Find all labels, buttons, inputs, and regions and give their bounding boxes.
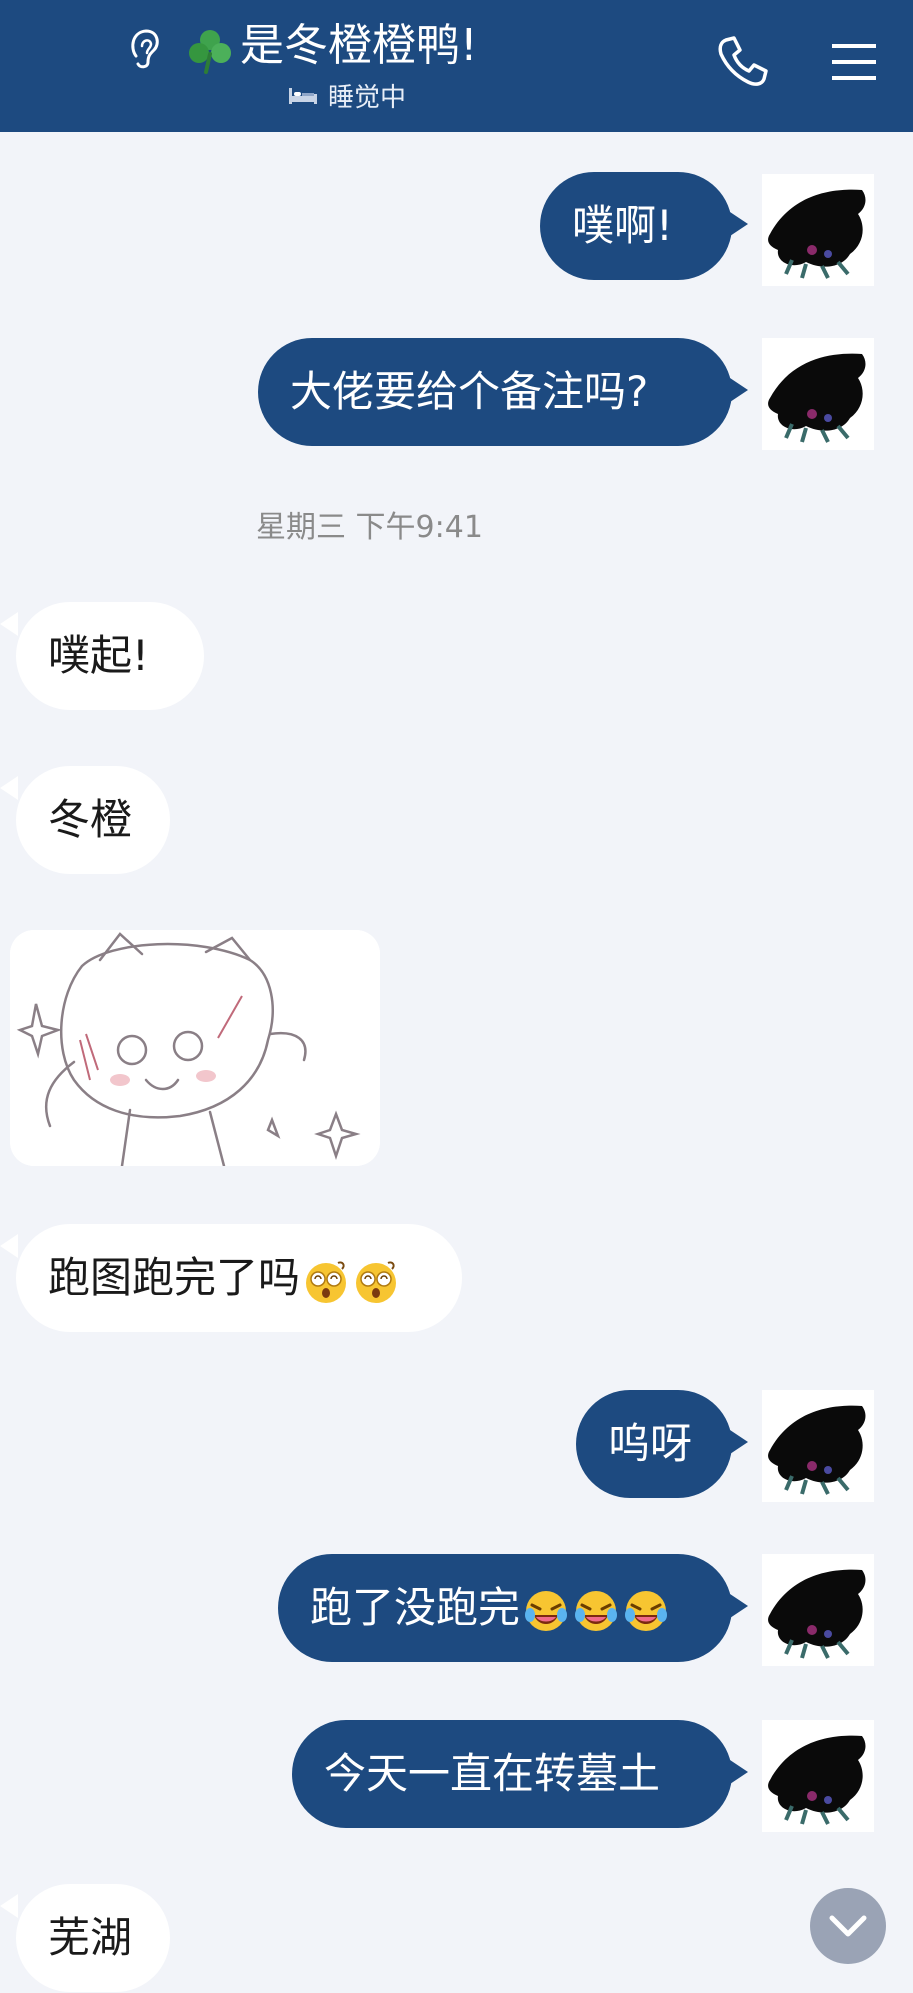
message-text: 大佬要给个备注吗?: [290, 367, 649, 416]
message-bubble-incoming[interactable]: 跑图跑完了吗: [16, 1224, 462, 1332]
laughing-crying-emoji-icon: [575, 1590, 618, 1631]
message-text: 今天一直在转墓土: [324, 1749, 661, 1798]
avatar-image: [768, 353, 866, 443]
sticker-image: [10, 930, 380, 1166]
avatar[interactable]: [762, 1390, 874, 1502]
dizzy-face-emoji-icon: [356, 1261, 397, 1303]
message-bubble-incoming[interactable]: 冬橙: [16, 766, 170, 874]
avatar[interactable]: [762, 338, 874, 450]
clover-icon: [189, 30, 231, 74]
avatar[interactable]: [762, 1554, 874, 1666]
message-bubble-outgoing[interactable]: 噗啊!: [540, 172, 732, 280]
bubble-tail: [730, 1760, 748, 1784]
dizzy-face-emoji-icon: [306, 1261, 347, 1303]
message-text: 跑了没跑完: [310, 1583, 521, 1632]
bubble-tail: [730, 212, 748, 236]
chevron-down-icon: [829, 1915, 867, 1937]
menu-icon[interactable]: [830, 40, 878, 84]
message-bubble-outgoing[interactable]: 呜呀: [576, 1390, 732, 1498]
bubble-tail: [0, 776, 18, 800]
avatar[interactable]: [762, 174, 874, 286]
bubble-tail: [0, 612, 18, 636]
chat-header: 是冬橙橙鸭! 睡觉中: [0, 0, 913, 132]
bubble-tail: [730, 378, 748, 402]
image-message[interactable]: [10, 930, 380, 1166]
message-text: 噗起!: [48, 631, 149, 680]
bed-icon: [289, 88, 317, 104]
message-text: 呜呀: [608, 1419, 693, 1468]
ear-icon[interactable]: [126, 26, 162, 70]
avatar-image: [768, 189, 866, 279]
message-timestamp: 星期三 下午9:41: [256, 510, 483, 545]
bubble-tail: [730, 1430, 748, 1454]
bubble-tail: [730, 1594, 748, 1618]
status-text: 睡觉中: [328, 82, 407, 113]
message-text: 冬橙: [48, 795, 133, 844]
status-indicator: 睡觉中: [288, 78, 407, 113]
message-bubble-outgoing[interactable]: 大佬要给个备注吗?: [258, 338, 732, 446]
avatar-image: [768, 1405, 866, 1495]
laughing-crying-emoji-icon: [625, 1590, 668, 1631]
laughing-crying-emoji-icon: [525, 1590, 568, 1631]
phone-icon[interactable]: [714, 34, 770, 90]
avatar-image: [768, 1569, 866, 1659]
message-bubble-incoming[interactable]: 芜湖: [16, 1884, 170, 1992]
message-text: 跑图跑完了吗: [48, 1253, 301, 1302]
avatar-image: [768, 1735, 866, 1825]
message-bubble-incoming[interactable]: 噗起!: [16, 602, 204, 710]
bubble-tail: [0, 1894, 18, 1918]
scroll-to-bottom-button[interactable]: [810, 1888, 886, 1964]
message-bubble-outgoing[interactable]: 今天一直在转墓土: [292, 1720, 732, 1828]
avatar[interactable]: [762, 1720, 874, 1832]
message-text: 芜湖: [48, 1913, 133, 1962]
message-bubble-outgoing[interactable]: 跑了没跑完: [278, 1554, 732, 1662]
bubble-tail: [0, 1234, 18, 1258]
message-text: 噗啊!: [572, 201, 673, 250]
chat-title[interactable]: 是冬橙橙鸭!: [240, 16, 478, 76]
